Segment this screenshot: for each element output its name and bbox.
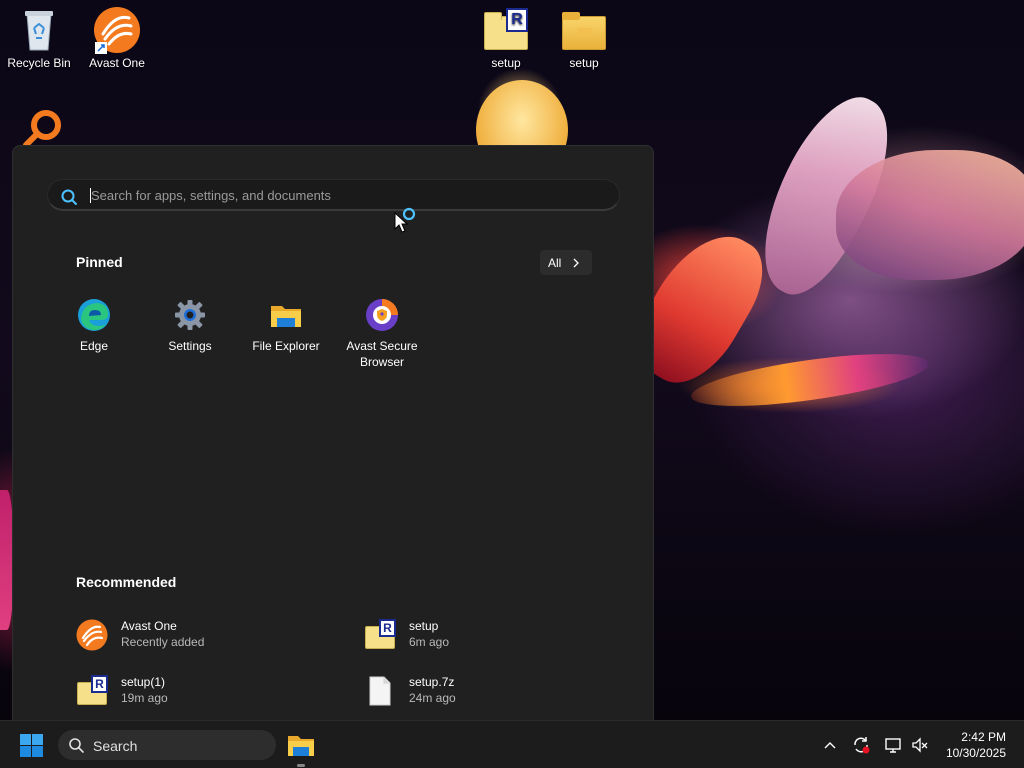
desktop-icon-label: Recycle Bin	[7, 56, 71, 70]
taskbar-file-explorer[interactable]	[286, 730, 316, 767]
wallpaper-petal-shape	[836, 150, 1024, 280]
avast-one-icon	[76, 619, 108, 651]
taskbar-search-box[interactable]: Search	[58, 730, 276, 760]
magnifier-app-icon	[23, 110, 61, 148]
file-explorer-icon	[269, 298, 303, 332]
sync-status-button[interactable]	[851, 735, 871, 755]
recycle-bin-icon	[15, 6, 63, 54]
pinned-app-label: Avast Secure Browser	[346, 339, 418, 369]
winrar-folder-icon: R	[482, 6, 530, 54]
avast-secure-browser-icon	[365, 298, 399, 332]
search-placeholder: Search for apps, settings, and documents	[91, 188, 331, 203]
file-icon	[364, 675, 396, 707]
pinned-app-label: Edge	[79, 339, 109, 353]
running-indicator	[297, 764, 305, 767]
desktop-icon-setup-folder[interactable]: setup	[546, 2, 622, 70]
desktop-icon-label: Avast One	[89, 56, 145, 70]
clock-time: 2:42 PM	[961, 730, 1006, 744]
pinned-app-label: Settings	[168, 339, 212, 353]
desktop-icon-setup-archive[interactable]: R setup	[468, 2, 544, 70]
recommended-item-time: 6m ago	[409, 635, 450, 649]
start-search-input[interactable]: Search for apps, settings, and documents	[47, 179, 620, 211]
pinned-app-avast-secure-browser[interactable]: Avast Secure Browser	[337, 298, 427, 370]
recommended-item-setup-7z[interactable]: setup.7z 24m ago	[364, 671, 604, 711]
wallpaper-light-streak	[688, 343, 932, 417]
avast-one-icon	[93, 6, 141, 54]
show-hidden-icons-button[interactable]	[820, 735, 840, 755]
taskbar-clock[interactable]: 2:42 PM 10/30/2025	[946, 729, 1006, 761]
pinned-app-settings[interactable]: Settings	[145, 298, 235, 354]
settings-gear-icon	[173, 298, 207, 332]
chevron-up-icon	[824, 742, 836, 749]
recommended-item-time: 19m ago	[121, 691, 168, 705]
folder-icon	[560, 6, 608, 54]
start-menu: Search for apps, settings, and documents…	[12, 145, 654, 720]
volume-button[interactable]	[910, 735, 930, 755]
pinned-app-file-explorer[interactable]: File Explorer	[241, 298, 331, 354]
recommended-item-setup[interactable]: R setup 6m ago	[364, 615, 604, 655]
search-icon	[69, 738, 84, 753]
mouse-cursor	[394, 207, 418, 240]
desktop-icon-label: setup	[491, 56, 521, 70]
speaker-muted-icon	[912, 737, 928, 753]
windows-logo-icon	[20, 734, 43, 757]
file-explorer-icon	[288, 736, 314, 756]
pinned-app-label: File Explorer	[252, 339, 320, 353]
taskbar: Search 2:42 PM 10/30/2025	[0, 720, 1024, 768]
pinned-title: Pinned	[76, 254, 123, 270]
search-icon	[61, 189, 77, 205]
desktop-icon-avast-one[interactable]: Avast One	[79, 2, 155, 70]
edge-icon	[77, 298, 111, 332]
chevron-right-icon	[573, 258, 579, 268]
all-apps-label: All	[548, 256, 562, 270]
winrar-folder-icon: R	[364, 619, 396, 651]
desktop-icon-recycle-bin[interactable]: Recycle Bin	[1, 2, 77, 70]
recommended-item-name: setup(1)	[121, 675, 166, 689]
monitor-icon	[885, 738, 901, 753]
display-button[interactable]	[883, 735, 903, 755]
recommended-item-avast-one[interactable]: Avast One Recently added	[76, 615, 316, 655]
clock-date: 10/30/2025	[945, 746, 1006, 760]
recommended-item-setup-1[interactable]: R setup(1) 19m ago	[76, 671, 316, 711]
recommended-item-name: setup.7z	[409, 675, 455, 689]
recommended-item-name: Avast One	[121, 619, 177, 633]
start-button[interactable]	[19, 733, 44, 758]
recommended-title: Recommended	[76, 574, 177, 590]
recommended-item-time: Recently added	[121, 635, 205, 649]
sync-icon	[854, 737, 870, 754]
all-apps-button[interactable]: All	[540, 250, 592, 275]
taskbar-search-label: Search	[93, 738, 138, 754]
recommended-item-time: 24m ago	[409, 691, 456, 705]
winrar-folder-icon: R	[76, 675, 108, 707]
busy-cursor-icon	[394, 207, 416, 233]
pinned-app-edge[interactable]: Edge	[49, 298, 139, 354]
recommended-item-name: setup	[409, 619, 439, 633]
desktop-icon-label: setup	[569, 56, 599, 70]
